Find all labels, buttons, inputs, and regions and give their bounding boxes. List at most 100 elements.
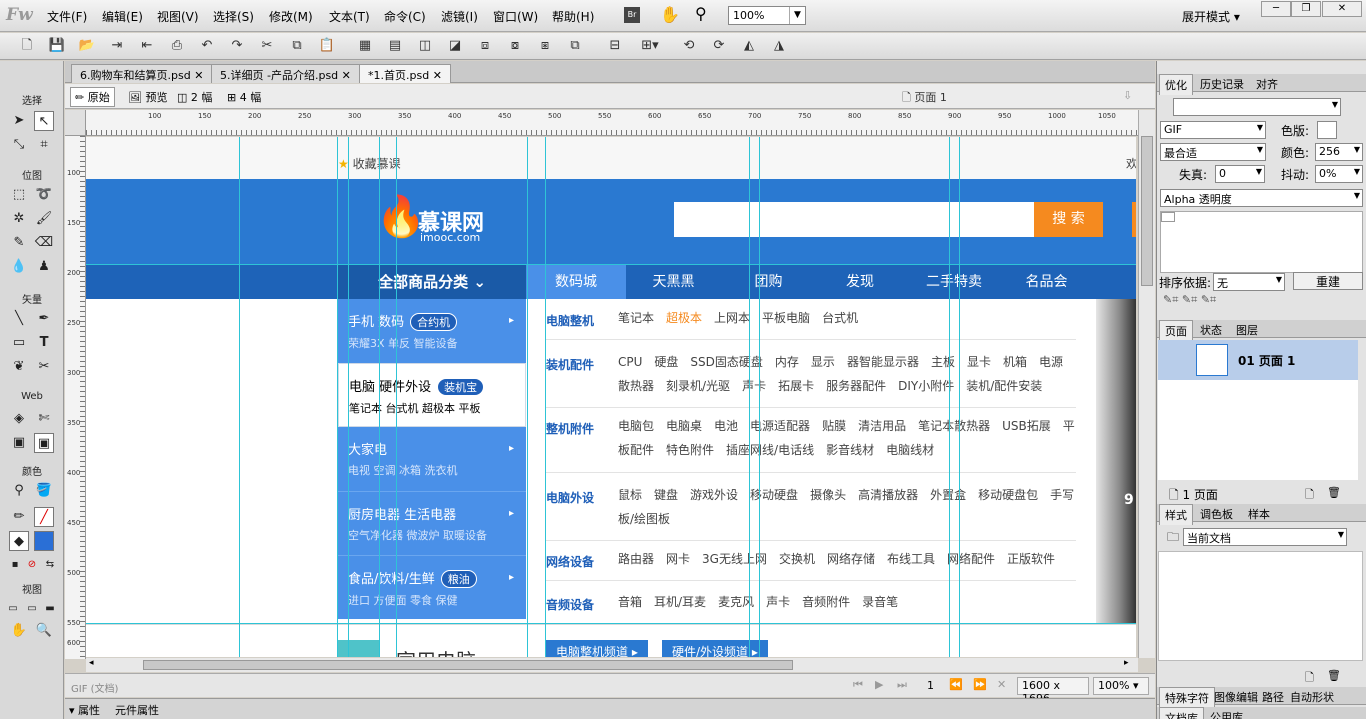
hand-icon[interactable]: ✋ [660,5,680,24]
transparency-select[interactable]: Alpha 透明度 ▼ [1160,189,1363,207]
guide-line[interactable] [337,137,338,657]
palette-select[interactable]: 最合适 ▼ [1160,143,1266,161]
stamp-tool-icon[interactable]: ♟ [34,257,54,277]
rotate-right-icon[interactable]: ⟳ [710,37,728,55]
bring-forward-icon[interactable]: ⧇ [506,37,524,55]
view-preview[interactable]: 🖼 预览 [128,89,167,105]
guide-line[interactable] [949,137,950,657]
rebuild-button[interactable]: 重建 [1293,272,1363,290]
flip-horizontal-icon[interactable]: ◭ [740,37,758,55]
menu-window[interactable]: 窗口(W) [493,8,538,25]
tab-align[interactable]: 对齐 [1251,74,1283,94]
menu-file[interactable]: 文件(F) [47,8,87,25]
full-menu-screen-icon[interactable]: ▭ [22,599,42,619]
guide-line[interactable] [239,137,240,657]
first-page-icon[interactable]: ⏮ [853,678,863,692]
guide-line[interactable] [749,137,750,657]
new-page-icon[interactable]: 🗋 [1305,486,1314,505]
optimize-preset-select[interactable]: ▼ [1173,98,1341,116]
scale-tool-icon[interactable]: ⤡ [9,135,29,155]
new-style-icon[interactable]: 🗋 [1305,669,1314,688]
scroll-left-icon[interactable]: ◂ [89,658,94,668]
lasso-tool-icon[interactable]: ➰ [34,185,54,205]
tab-optimize[interactable]: 优化 [1159,74,1193,95]
swap-colors-icon[interactable]: ⇆ [40,555,60,575]
split-icon[interactable]: ◪ [446,37,464,55]
scroll-right-icon[interactable]: ▸ [1124,658,1129,668]
prev-frame-icon[interactable]: ⏪ [949,678,963,691]
loss-select[interactable]: 0 ▼ [1215,165,1265,183]
last-page-icon[interactable]: ⏭ [897,678,907,692]
undo-icon[interactable]: ↶ [198,37,216,55]
tab-doc-library[interactable]: 文档库 [1159,707,1204,719]
tab-common-library[interactable]: 公用库 [1205,707,1248,719]
menu-view[interactable]: 视图(V) [157,8,199,25]
paint-bucket-icon[interactable]: 🪣 [34,481,54,501]
guide-line[interactable] [396,137,397,657]
fill-bucket-icon[interactable]: ◆ [9,531,29,551]
view-4up[interactable]: ⊞ 4 幅 [227,89,261,105]
tab-special-chars[interactable]: 特殊字符 [1159,687,1215,708]
menu-text[interactable]: 文本(T) [329,8,370,25]
tab-samples[interactable]: 样本 [1243,504,1275,524]
next-frame-icon[interactable]: ⏩ [973,678,987,691]
copy-icon[interactable]: ⧉ [288,37,306,55]
stop-icon[interactable]: ✕ [997,678,1006,691]
tab-layers[interactable]: 图层 [1231,320,1263,340]
vertical-scrollbar[interactable] [1138,110,1155,658]
import-icon[interactable]: ⇥ [108,37,126,55]
zoom-icon[interactable]: ⚲ [695,4,707,23]
magic-wand-icon[interactable]: ✲ [9,209,29,229]
marquee-tool-icon[interactable]: ⬚ [9,185,29,205]
view-2up[interactable]: ◫ 2 幅 [177,89,212,105]
play-icon[interactable]: ▶ [875,678,883,691]
brush-tool-icon[interactable]: 🖌 [34,209,54,229]
tab-home[interactable]: *1.首页.psd ✕ [359,64,451,83]
guide-line[interactable] [959,137,960,657]
redo-icon[interactable]: ↷ [228,37,246,55]
open-icon[interactable]: 📂 [78,37,96,55]
tab-cart[interactable]: 6.购物车和结算页.psd ✕ [71,64,213,83]
standard-screen-icon[interactable]: ▭ [3,599,23,619]
tab-pages[interactable]: 页面 [1159,320,1193,341]
pen-tool-icon[interactable]: ✒ [34,309,54,329]
stroke-color-icon[interactable]: ✏ [9,507,29,527]
close-tab-icon[interactable]: ✕ [433,69,442,82]
pencil-tool-icon[interactable]: ✎ [9,233,29,253]
minimize-button[interactable]: ─ [1261,1,1291,17]
rotate-left-icon[interactable]: ⟲ [680,37,698,55]
zoom-select[interactable]: 100% ▼ [728,6,806,25]
hand-tool-icon[interactable]: ✋ [9,621,29,641]
line-tool-icon[interactable]: ╲ [9,309,29,329]
style-source-select[interactable]: 当前文档 ▼ [1183,528,1347,546]
menu-edit[interactable]: 编辑(E) [102,8,143,25]
delete-page-icon[interactable]: 🗑 [1327,486,1341,499]
align-dropdown-icon[interactable]: ⊞▾ [636,37,664,55]
subselect-tool-icon[interactable]: ↖ [34,111,54,131]
print-icon[interactable]: ⎙ [168,37,186,55]
color-table-swatch[interactable] [1161,212,1175,222]
eyedropper-tool-icon[interactable]: ⚲ [9,481,29,501]
page-menu-icon[interactable]: ⇩ [1123,89,1132,102]
menu-select[interactable]: 选择(S) [213,8,254,25]
bring-front-icon[interactable]: ⧈ [476,37,494,55]
align-icon[interactable]: ⊟ [606,37,624,55]
send-back-icon[interactable]: ⧉ [566,37,584,55]
freeform-tool-icon[interactable]: ❦ [9,357,29,377]
tab-auto-shapes[interactable]: 自动形状 [1285,687,1339,707]
show-slices-icon[interactable]: ▣ [34,433,54,453]
vertical-scroll-thumb[interactable] [1141,136,1153,286]
flip-vertical-icon[interactable]: ◮ [770,37,788,55]
restore-button[interactable]: ❐ [1291,1,1321,17]
horizontal-scrollbar[interactable]: ◂ ▸ [86,658,1138,672]
guide-line[interactable] [86,264,1136,265]
paste-icon[interactable]: 📋 [318,37,336,55]
properties-tab[interactable]: ▾ 属性 [69,702,100,718]
symbol-properties-tab[interactable]: 元件属性 [115,702,159,718]
full-screen-icon[interactable]: ▬ [40,599,60,619]
color-table[interactable] [1160,211,1363,273]
close-tab-icon[interactable]: ✕ [342,69,351,82]
tab-swatches[interactable]: 调色板 [1195,504,1238,524]
view-original[interactable]: ✏ 原始 [70,87,115,107]
save-icon[interactable]: 💾 [48,37,66,55]
